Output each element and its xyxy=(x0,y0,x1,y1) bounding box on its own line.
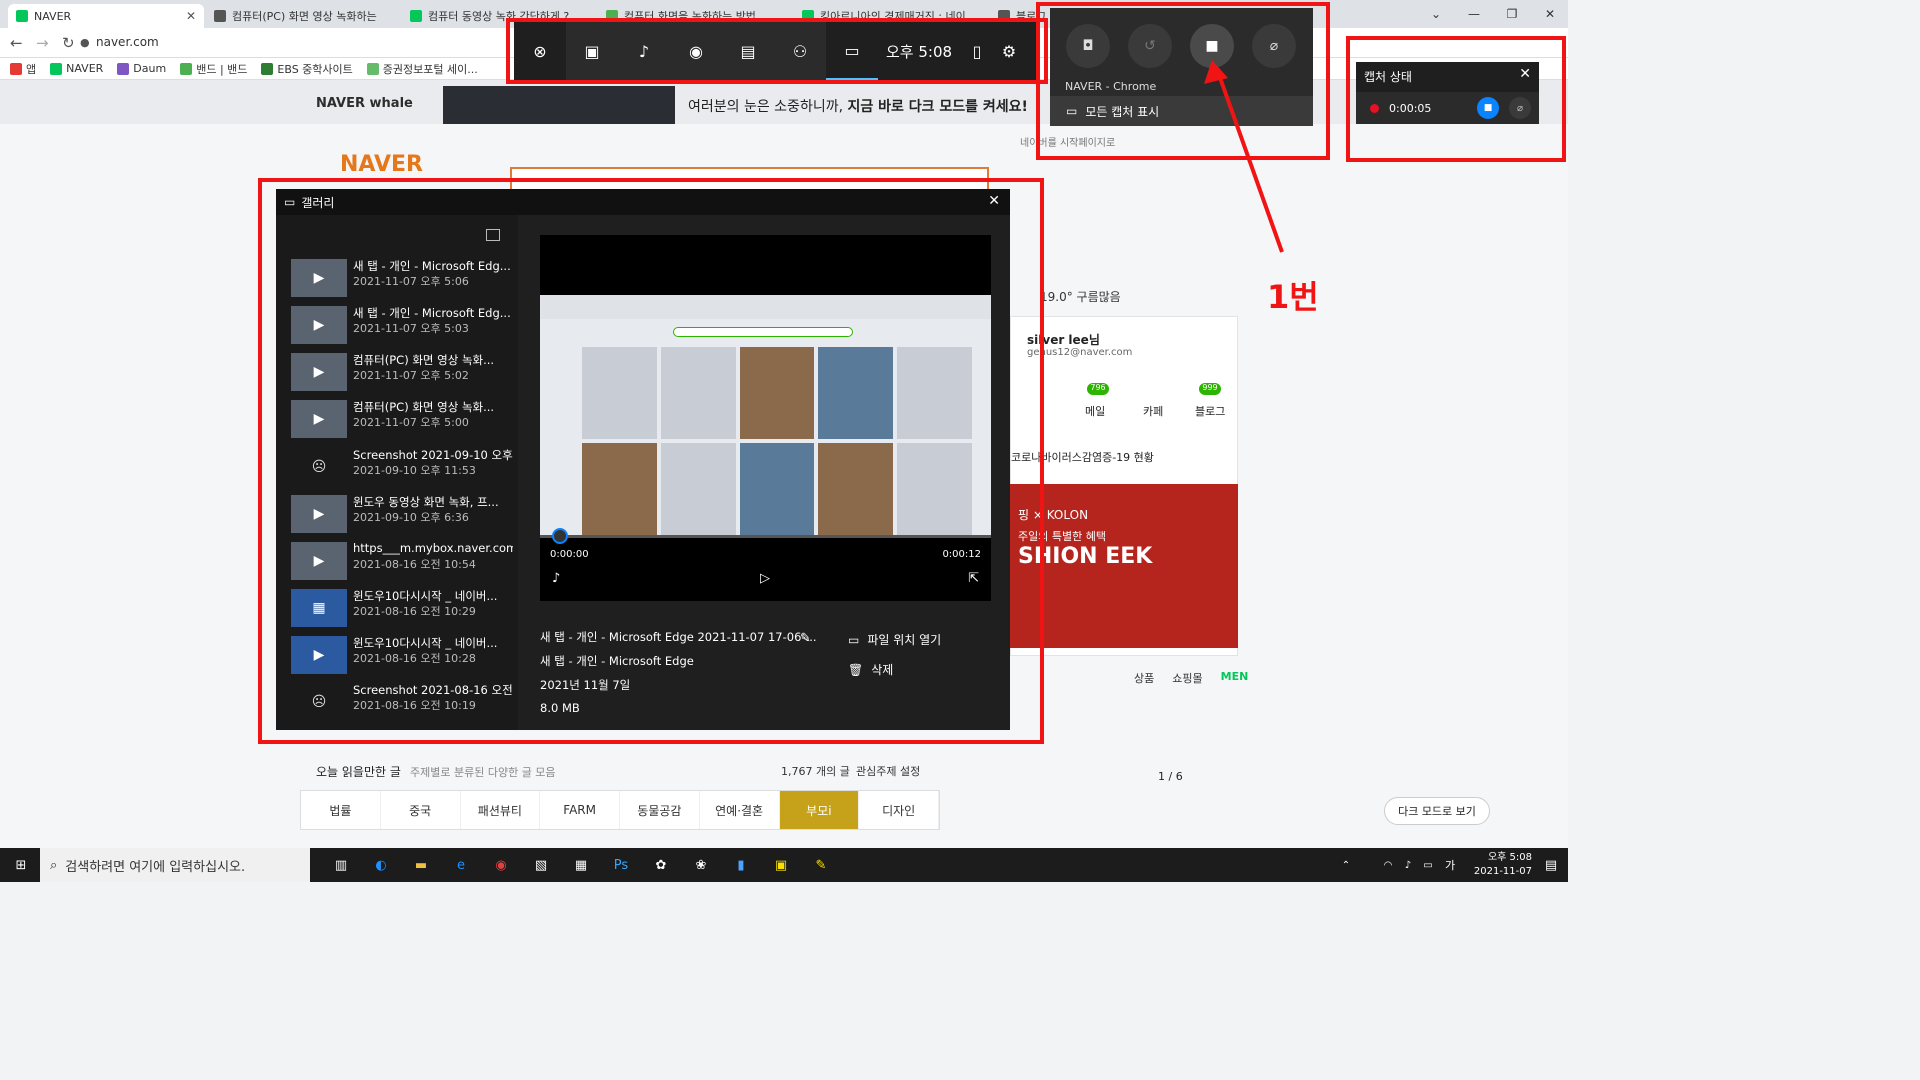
annotation-box-status xyxy=(1346,36,1566,162)
banner-text[interactable]: 여러분의 눈은 소중하니까, 지금 바로 다크 모드를 켜세요! xyxy=(688,96,1028,116)
calculator-icon[interactable]: ▦ xyxy=(568,852,594,878)
shopping-tab[interactable]: MEN xyxy=(1221,670,1249,686)
notifications-icon[interactable]: ▤ xyxy=(1538,852,1564,878)
reload-icon[interactable]: ↻ xyxy=(62,34,75,52)
shopping-tab[interactable]: 상품 xyxy=(1134,670,1154,686)
tab-2[interactable]: 컴퓨터(PC) 화면 영상 녹화하는 xyxy=(206,4,402,28)
close-icon[interactable]: ✕ xyxy=(186,9,196,23)
blog-favicon-icon xyxy=(214,10,226,22)
dark-mode-button[interactable]: 다크 모드로 보기 xyxy=(1384,797,1490,825)
whale-logo: NAVER whale xyxy=(316,96,413,111)
naver-favicon-icon xyxy=(410,10,422,22)
bookmark-daum[interactable]: Daum xyxy=(117,62,166,75)
blog-badge: 999 xyxy=(1199,383,1221,395)
mail-badge: 796 xyxy=(1087,383,1109,395)
bookmark-label: 증권정보포털 세이... xyxy=(382,62,478,76)
category-tab[interactable]: 디자인 xyxy=(859,791,939,829)
today-subtitle: 주제별로 분류된 다양한 글 모음 xyxy=(410,766,556,779)
search-icon: ⌕ xyxy=(50,857,58,873)
kakaotalk-icon[interactable]: ▣ xyxy=(768,852,794,878)
bookmark-ebs[interactable]: EBS 중학사이트 xyxy=(261,61,353,77)
category-tab[interactable]: 연예·결혼 xyxy=(700,791,780,829)
bookmark-seibro[interactable]: 증권정보포털 세이... xyxy=(366,61,478,77)
taskbar-clock[interactable]: 오후 5:08 2021-11-07 xyxy=(1474,851,1532,879)
keyboard-icon[interactable]: ▭ xyxy=(1420,852,1436,878)
bookmark-band[interactable]: 밴드 | 밴드 xyxy=(180,61,247,77)
mail-link[interactable]: 메일 xyxy=(1085,403,1105,419)
taskbar-search[interactable]: ⌕ 검색하려면 여기에 입력하십시오. xyxy=(40,848,310,882)
category-tab-selected[interactable]: 부모i xyxy=(779,791,860,829)
category-tab[interactable]: FARM xyxy=(540,791,620,829)
seibro-icon xyxy=(366,62,379,75)
annotation-label: 1번 xyxy=(1267,278,1319,316)
network-icon[interactable]: ◠ xyxy=(1380,852,1396,878)
naver-icon xyxy=(50,62,63,75)
clock-date: 2021-11-07 xyxy=(1473,866,1532,877)
kolon-ad[interactable]: 핑 × KOLON 주일의 특별한 혜택 SHION EEK xyxy=(1010,484,1238,648)
task-view-icon[interactable]: ▥ xyxy=(328,852,354,878)
bookmark-naver[interactable]: NAVER xyxy=(50,62,103,75)
band-icon xyxy=(180,62,193,75)
file-explorer-icon[interactable]: ▬ xyxy=(408,852,434,878)
ebs-icon xyxy=(261,62,274,75)
app-icon[interactable]: ❀ xyxy=(688,852,714,878)
naver-logo[interactable]: NAVER xyxy=(340,152,423,177)
chevron-up-icon[interactable]: ⌃ xyxy=(1338,852,1354,878)
volume-icon[interactable]: ♪ xyxy=(1400,852,1416,878)
photoshop-icon[interactable]: Ps xyxy=(608,852,634,878)
annotation-box-gallery xyxy=(258,178,1044,744)
forward-arrow-icon[interactable]: → xyxy=(36,34,49,52)
annotation-arrow xyxy=(1204,60,1284,253)
bookmark-apps[interactable]: 앱 xyxy=(10,61,36,77)
blog-link[interactable]: 블로그 xyxy=(1195,403,1225,419)
banner-image xyxy=(443,86,675,124)
bookmark-label: Daum xyxy=(133,62,167,75)
tab-label: NAVER xyxy=(34,9,72,23)
category-tab[interactable]: 중국 xyxy=(381,791,461,829)
taskbar: ⊞ ⌕ 검색하려면 여기에 입력하십시오. ▥ ◐ ▬ e ◉ ▧ ▦ Ps ✿ … xyxy=(0,848,1568,882)
cafe-link[interactable]: 카페 xyxy=(1143,403,1163,419)
edge-icon[interactable]: ◐ xyxy=(368,852,394,878)
category-tab[interactable]: 법률 xyxy=(301,791,381,829)
ie-icon[interactable]: e xyxy=(448,852,474,878)
category-tab[interactable]: 패션뷰티 xyxy=(461,791,541,829)
tab-label: 컴퓨터(PC) 화면 영상 녹화하는 xyxy=(232,10,377,23)
bookmark-label: 앱 xyxy=(26,62,37,76)
weather-text: 19.0° 구름많음 xyxy=(1040,290,1121,304)
shopping-tabs: 상품 쇼핑몰 MEN xyxy=(1134,670,1248,686)
banner-text-regular: 여러분의 눈은 소중하니까, xyxy=(688,99,848,115)
url-field[interactable]: naver.com xyxy=(96,35,159,49)
category-bar: 법률 중국 패션뷰티 FARM 동물공감 연예·결혼 부모i 디자인 xyxy=(300,790,940,830)
banner-text-bold: 지금 바로 다크 모드를 켜세요! xyxy=(847,99,1028,115)
naver-favicon-icon xyxy=(16,10,28,22)
bookmark-label: NAVER xyxy=(66,62,104,75)
close-window-button[interactable]: ✕ xyxy=(1528,0,1572,28)
bookmark-label: EBS 중학사이트 xyxy=(277,62,353,76)
back-arrow-icon[interactable]: ← xyxy=(10,34,23,52)
app-icon[interactable]: ▧ xyxy=(528,852,554,878)
daum-icon xyxy=(117,62,130,75)
app-icon[interactable]: ✿ xyxy=(648,852,674,878)
phone-icon[interactable]: ▮ xyxy=(728,852,754,878)
pager: 1 / 6 xyxy=(1158,770,1183,783)
search-placeholder: 검색하려면 여기에 입력하십시오. xyxy=(65,859,246,875)
tab-naver[interactable]: NAVER ✕ xyxy=(8,4,204,28)
lock-icon: ● xyxy=(80,36,90,49)
apps-grid-icon xyxy=(10,62,22,75)
interest-settings-link[interactable]: 관심주제 설정 xyxy=(856,763,920,779)
clock-time: 오후 5:08 xyxy=(1487,852,1532,863)
bookmark-label: 밴드 | 밴드 xyxy=(196,62,248,76)
category-tab[interactable]: 동물공감 xyxy=(620,791,700,829)
ime-indicator[interactable]: 가 xyxy=(1442,852,1458,878)
notepad-icon[interactable]: ✎ xyxy=(808,852,834,878)
shopping-tab[interactable]: 쇼핑몰 xyxy=(1172,670,1202,686)
today-title: 오늘 읽을만한 글 xyxy=(316,765,401,779)
chrome-icon[interactable]: ◉ xyxy=(488,852,514,878)
article-count: 1,767 개의 글 xyxy=(781,765,850,778)
windows-start-icon[interactable]: ⊞ xyxy=(8,852,34,878)
annotation-box-gamebar xyxy=(506,18,1048,84)
